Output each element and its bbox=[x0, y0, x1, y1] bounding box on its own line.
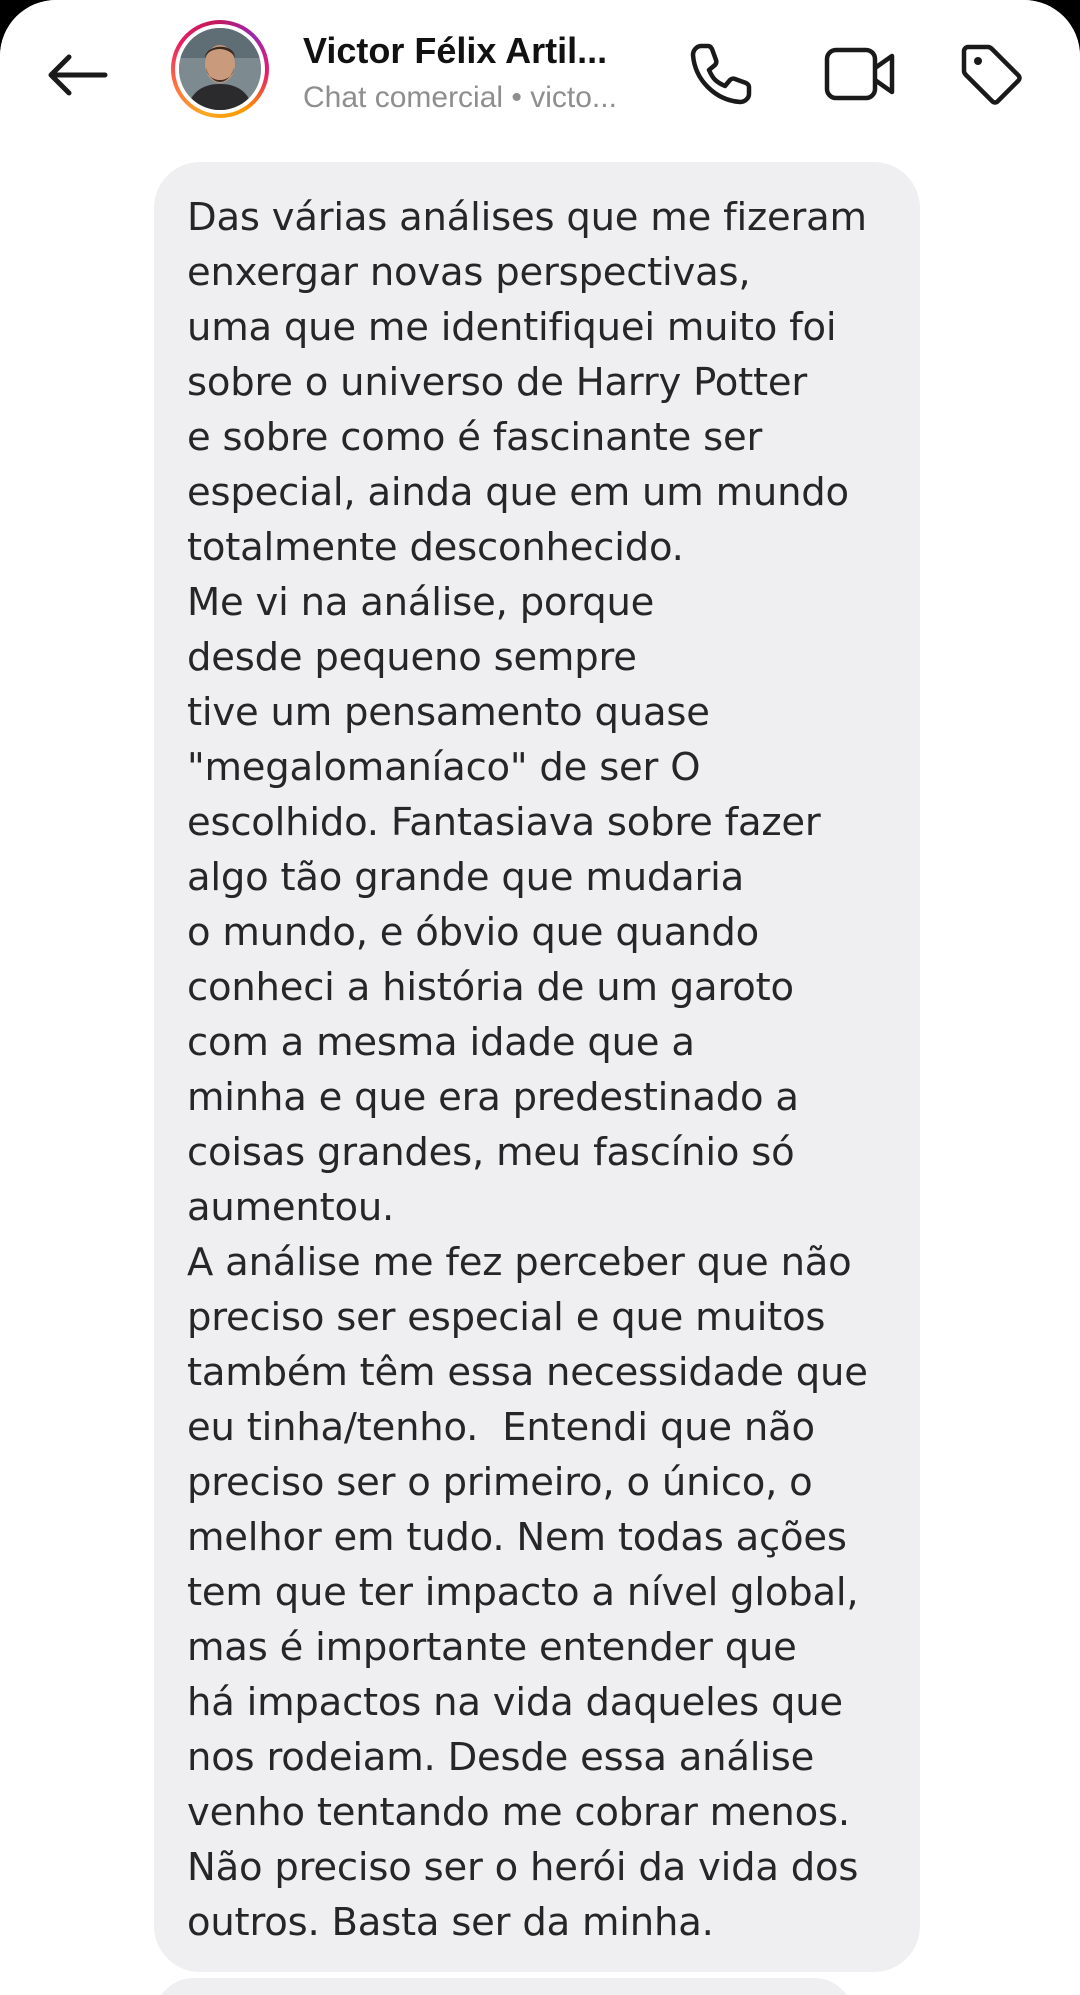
phone-icon bbox=[690, 43, 752, 105]
avatar-photo bbox=[179, 28, 261, 110]
next-message-bubble[interactable] bbox=[154, 1978, 854, 1995]
chat-screen: Victor Félix Artil... Chat comercial • v… bbox=[0, 0, 1080, 1995]
arrow-left-icon bbox=[48, 54, 108, 96]
call-button[interactable] bbox=[679, 32, 763, 116]
label-button[interactable] bbox=[949, 32, 1033, 116]
contact-title[interactable]: Victor Félix Artil... Chat comercial • v… bbox=[303, 28, 643, 118]
back-button[interactable] bbox=[32, 35, 122, 115]
contact-name: Victor Félix Artil... bbox=[303, 30, 608, 71]
chat-header: Victor Félix Artil... Chat comercial • v… bbox=[0, 0, 1080, 150]
avatar[interactable] bbox=[171, 20, 269, 118]
video-call-button[interactable] bbox=[818, 32, 902, 116]
message-text: Das várias análises que me fizeram enxer… bbox=[187, 195, 868, 1945]
video-camera-icon bbox=[824, 47, 895, 101]
message-bubble[interactable]: Das várias análises que me fizeram enxer… bbox=[154, 162, 920, 1972]
contact-subtitle: Chat comercial • victo... bbox=[303, 81, 617, 114]
tag-icon bbox=[961, 44, 1022, 105]
